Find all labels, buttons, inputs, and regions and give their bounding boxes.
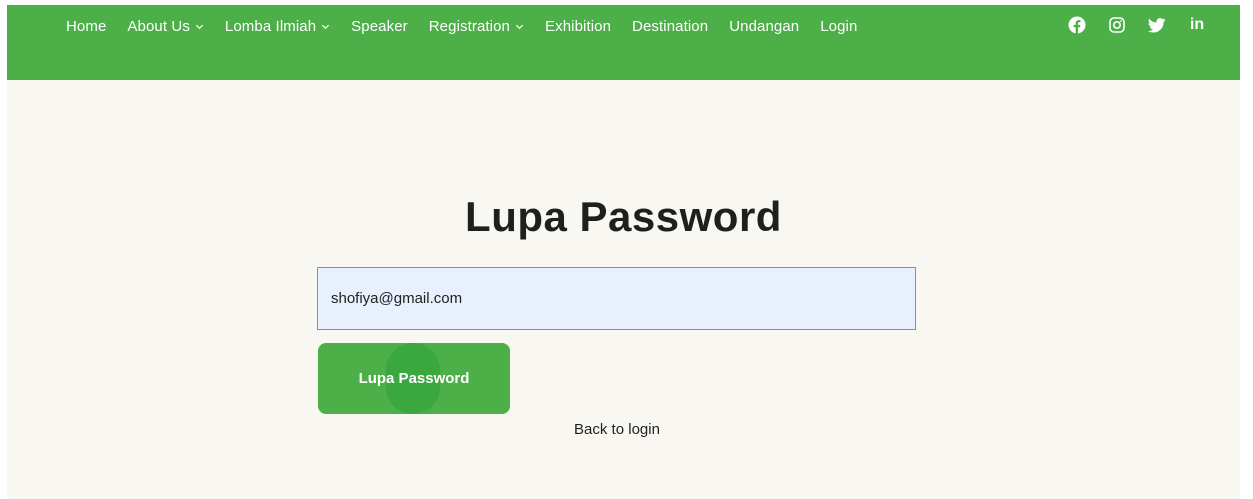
page-frame: Home About Us Lomba Ilmiah Speaker Regis… (7, 5, 1240, 499)
nav-item-login[interactable]: Login (820, 18, 857, 35)
twitter-icon-shape (1148, 17, 1166, 33)
nav-item-label: Destination (632, 17, 709, 35)
social-links: in (1067, 14, 1207, 36)
nav-item-exhibition[interactable]: Exhibition (545, 18, 611, 35)
nav-item-undangan[interactable]: Undangan (729, 18, 799, 35)
nav-item-speaker[interactable]: Speaker (351, 18, 408, 35)
nav-item-label: Lomba Ilmiah (224, 17, 317, 35)
instagram-icon-shape (1109, 17, 1125, 33)
chevron-down-icon (515, 24, 524, 29)
facebook-icon[interactable] (1067, 15, 1087, 35)
nav-item-label: About Us (127, 17, 190, 35)
chevron-down-icon (322, 24, 330, 29)
nav-item-destination[interactable]: Destination (632, 18, 708, 35)
nav-item-label: Speaker (351, 17, 408, 35)
nav-item-label: Registration (428, 17, 510, 35)
facebook-icon-shape (1068, 16, 1086, 34)
chevron-down-icon (195, 24, 203, 29)
linkedin-icon[interactable]: in (1187, 15, 1207, 35)
nav-item-label: Home (66, 17, 107, 35)
top-navbar: Home About Us Lomba Ilmiah Speaker Regis… (7, 5, 1240, 80)
nav-item-label: Undangan (729, 17, 800, 35)
email-input[interactable] (317, 267, 916, 330)
back-to-login-link[interactable]: Back to login (7, 421, 1227, 438)
nav-item-home[interactable]: Home (66, 18, 106, 35)
nav-item-registration[interactable]: Registration (429, 18, 524, 35)
main-nav: Home About Us Lomba Ilmiah Speaker Regis… (66, 15, 878, 37)
twitter-icon[interactable] (1147, 15, 1167, 35)
instagram-icon[interactable] (1107, 15, 1127, 35)
nav-item-label: Login (820, 17, 858, 35)
nav-item-lomba-ilmiah[interactable]: Lomba Ilmiah (225, 18, 330, 35)
lupa-password-button[interactable]: Lupa Password (318, 343, 510, 414)
nav-item-label: Exhibition (545, 17, 612, 35)
linkedin-icon-text: in (1189, 16, 1205, 33)
nav-item-about-us[interactable]: About Us (127, 18, 204, 35)
page-title: Lupa Password (465, 193, 782, 240)
button-label: Lupa Password (358, 370, 470, 387)
